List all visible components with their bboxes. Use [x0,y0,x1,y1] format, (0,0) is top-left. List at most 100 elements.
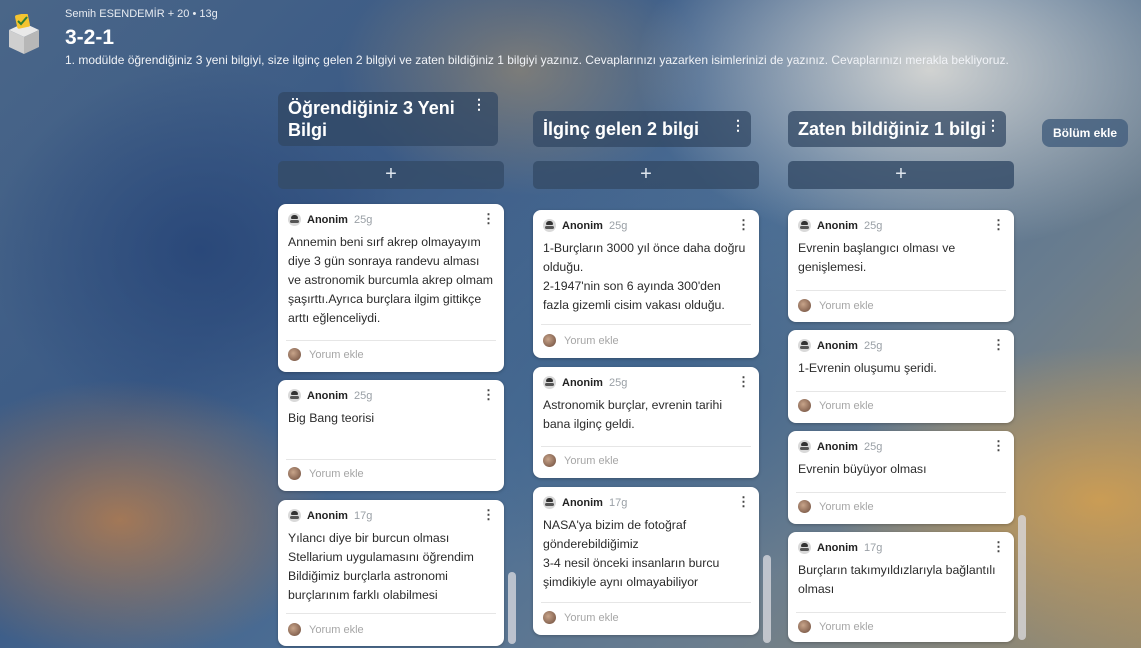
column-menu-icon[interactable]: ⋮ [472,96,486,113]
post-card[interactable]: Anonim 17g ⋮ Burçların takımyıldızlarıyl… [788,532,1014,642]
add-comment-button[interactable]: Yorum ekle [288,623,364,636]
post-time: 17g [353,509,373,522]
post-card[interactable]: Anonim 17g ⋮ Yılancı diye bir burcun olm… [278,500,504,646]
add-post-button[interactable]: + [788,161,1014,189]
post-card[interactable]: Anonim 25g ⋮ Evrenin başlangıcı olması v… [788,210,1014,322]
post-author: Anonim [307,389,348,402]
post-body: Annemin beni sırf akrep olmayayım diye 3… [288,235,494,325]
post-time: 25g [353,213,373,226]
post-body: Evrenin başlangıcı olması ve genişlemesi… [798,241,956,274]
user-avatar-icon [798,500,811,513]
anonymous-spy-icon [543,496,556,509]
column-menu-icon[interactable]: ⋮ [731,117,745,134]
column-scrollbar[interactable] [1018,515,1026,640]
post-menu-icon[interactable]: ⋮ [992,438,1005,454]
post-time: 25g [608,376,628,389]
add-comment-button[interactable]: Yorum ekle [798,500,874,513]
divider [796,290,1006,291]
post-time: 17g [608,496,628,509]
post-card[interactable]: Anonim 25g ⋮ Big Bang teorisi Yorum ekle [278,380,504,491]
add-comment-button[interactable]: Yorum ekle [288,348,364,361]
post-author: Anonim [817,541,858,554]
post-author: Anonim [817,339,858,352]
divider [541,324,751,325]
post-body: Astronomik burçlar, evrenin tarihi bana … [543,398,723,431]
post-menu-icon[interactable]: ⋮ [992,337,1005,353]
divider [286,340,496,341]
column-menu-icon[interactable]: ⋮ [986,117,1000,134]
board-title: 3-2-1 [65,26,115,49]
column-scrollbar[interactable] [763,555,771,643]
post-card[interactable]: Anonim 25g ⋮ Evrenin büyüyor olması Yoru… [788,431,1014,524]
divider [541,446,751,447]
post-card[interactable]: Anonim 25g ⋮ 1-Burçların 3000 yıl önce d… [533,210,759,358]
anonymous-spy-icon [798,440,811,453]
anonymous-spy-icon [543,219,556,232]
post-author: Anonim [817,219,858,232]
post-card[interactable]: Anonim 17g ⋮ NASA'ya bizim de fotoğraf g… [533,487,759,635]
post-menu-icon[interactable]: ⋮ [737,217,750,233]
post-body: 1-Burçların 3000 yıl önce daha doğru old… [543,241,746,312]
add-comment-label: Yorum ekle [819,500,874,513]
column-header-interesting[interactable]: İlginç gelen 2 bilgi [533,111,751,147]
add-comment-button[interactable]: Yorum ekle [543,611,619,624]
post-body: Big Bang teorisi [288,411,375,425]
post-card[interactable]: Anonim 25g ⋮ Annemin beni sırf akrep olm… [278,204,504,372]
column-scrollbar[interactable] [508,572,516,644]
add-comment-button[interactable]: Yorum ekle [543,334,619,347]
ballot-box-icon [9,14,39,54]
divider [286,613,496,614]
post-time: 17g [863,541,883,554]
add-comment-label: Yorum ekle [819,399,874,412]
add-post-button[interactable]: + [533,161,759,189]
column-header-known[interactable]: Zaten bildiğiniz 1 bilgi [788,111,1006,147]
post-menu-icon[interactable]: ⋮ [737,374,750,390]
post-time: 25g [353,389,373,402]
anonymous-spy-icon [798,219,811,232]
add-comment-label: Yorum ekle [819,299,874,312]
user-avatar-icon [288,348,301,361]
user-avatar-icon [798,299,811,312]
board-meta: Semih ESENDEMİR + 20 • 13g [65,8,218,20]
post-menu-icon[interactable]: ⋮ [482,387,495,403]
user-avatar-icon [288,623,301,636]
post-author: Anonim [562,219,603,232]
post-menu-icon[interactable]: ⋮ [737,494,750,510]
add-comment-label: Yorum ekle [309,623,364,636]
add-section-button[interactable]: Bölüm ekle [1042,119,1128,147]
divider [796,612,1006,613]
add-comment-label: Yorum ekle [564,454,619,467]
post-time: 25g [608,219,628,232]
post-author: Anonim [307,509,348,522]
user-avatar-icon [798,399,811,412]
post-time: 25g [863,219,883,232]
board-header: Semih ESENDEMİR + 20 • 13g 3-2-1 1. modü… [0,0,1141,80]
anonymous-spy-icon [543,376,556,389]
post-menu-icon[interactable]: ⋮ [482,507,495,523]
user-avatar-icon [798,620,811,633]
post-menu-icon[interactable]: ⋮ [992,217,1005,233]
column-title: Öğrendiğiniz 3 Yeni Bilgi [288,98,455,140]
add-comment-label: Yorum ekle [564,334,619,347]
add-post-button[interactable]: + [278,161,504,189]
add-comment-button[interactable]: Yorum ekle [798,620,874,633]
post-body: 1-Evrenin oluşumu şeridi. [798,361,937,375]
post-menu-icon[interactable]: ⋮ [482,211,495,227]
post-author: Anonim [562,496,603,509]
divider [796,492,1006,493]
anonymous-spy-icon [798,541,811,554]
anonymous-spy-icon [288,389,301,402]
user-avatar-icon [543,611,556,624]
post-menu-icon[interactable]: ⋮ [992,539,1005,555]
add-comment-button[interactable]: Yorum ekle [798,299,874,312]
column-header-learned[interactable]: Öğrendiğiniz 3 Yeni Bilgi [278,92,498,146]
post-card[interactable]: Anonim 25g ⋮ 1-Evrenin oluşumu şeridi. Y… [788,330,1014,423]
add-comment-button[interactable]: Yorum ekle [798,399,874,412]
add-comment-button[interactable]: Yorum ekle [543,454,619,467]
user-avatar-icon [288,467,301,480]
post-card[interactable]: Anonim 25g ⋮ Astronomik burçlar, evrenin… [533,367,759,478]
add-comment-button[interactable]: Yorum ekle [288,467,364,480]
anonymous-spy-icon [288,509,301,522]
user-avatar-icon [543,454,556,467]
post-author: Anonim [307,213,348,226]
